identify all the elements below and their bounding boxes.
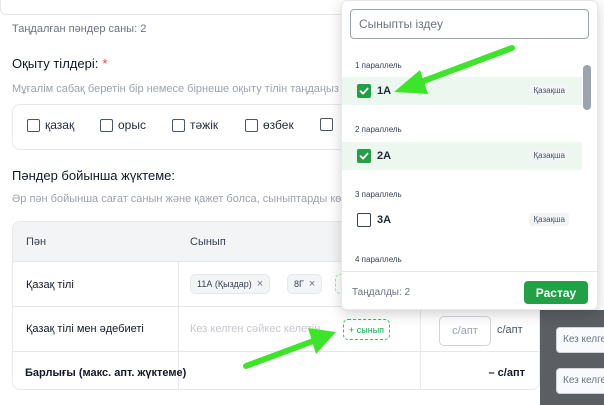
subject-load-hint: Әр пән бойынша сағат санын және қажет бо… bbox=[12, 193, 380, 205]
class-chip: 8Г × bbox=[287, 274, 323, 294]
language-label: өзбек bbox=[263, 118, 294, 132]
checkbox[interactable] bbox=[27, 118, 40, 132]
class-option-2a[interactable]: 2А Қазақша bbox=[342, 142, 582, 170]
confirm-button[interactable]: Растау bbox=[524, 281, 588, 304]
total-value: – с/апт bbox=[488, 367, 526, 379]
parallel-group-label: 4 параллель bbox=[355, 255, 402, 264]
column-header-class: Сынып bbox=[190, 236, 226, 248]
subject-load-title: Пәндер бойынша жүктеме: bbox=[12, 168, 175, 183]
checkbox[interactable] bbox=[245, 118, 258, 132]
subject-name: Қазақ тілі bbox=[26, 279, 74, 291]
selected-classes-count: Таңдалды: 2 bbox=[352, 287, 411, 298]
language-label: қазақ bbox=[45, 118, 75, 132]
language-option-russian[interactable]: орыс bbox=[100, 118, 146, 132]
language-option-tajik[interactable]: тәжік bbox=[172, 118, 218, 132]
languages-title-text: Оқыту тілдері: bbox=[12, 56, 99, 71]
checkbox-partial[interactable] bbox=[320, 118, 333, 131]
language-option-kazakh[interactable]: қазақ bbox=[27, 118, 74, 132]
class-option-3a[interactable]: 3А Қазақша bbox=[342, 206, 582, 234]
weekly-hours-input[interactable]: с/апт bbox=[439, 316, 491, 346]
checkbox[interactable] bbox=[357, 213, 371, 227]
languages-hint: Мұғалім сабақ беретін бір немесе бірнеше… bbox=[12, 83, 339, 95]
checkbox[interactable] bbox=[172, 118, 185, 132]
total-label: Барлығы (макс. апт. жүктеме) bbox=[25, 367, 187, 379]
chip-label: 11А (Қыздар) bbox=[197, 279, 252, 289]
class-chip: 11А (Қыздар) × bbox=[190, 274, 271, 294]
background-cell: Кез келген bbox=[556, 368, 604, 394]
language-option-uzbek[interactable]: өзбек bbox=[245, 118, 294, 132]
close-icon[interactable]: × bbox=[309, 278, 315, 290]
selected-subjects-count: Таңдалған пәндер саны: 2 bbox=[12, 23, 147, 35]
subject-name: Қазақ тілі мен әдебиеті bbox=[26, 323, 144, 335]
dropdown-footer: Таңдалды: 2 Растау bbox=[342, 271, 597, 309]
checkbox[interactable] bbox=[100, 118, 113, 132]
language-label: тәжік bbox=[190, 118, 219, 132]
class-search-input[interactable] bbox=[350, 9, 589, 39]
top-card bbox=[0, 0, 352, 15]
background-cell: Кез келген bbox=[556, 327, 604, 353]
check-icon[interactable] bbox=[357, 149, 371, 163]
annotation-arrow-icon bbox=[394, 45, 515, 94]
parallel-group-label: 3 параллель bbox=[355, 190, 402, 199]
language-tag: Қазақша bbox=[529, 84, 569, 97]
annotation-arrow-icon bbox=[243, 328, 336, 369]
required-mark: * bbox=[102, 56, 108, 71]
add-class-button[interactable]: + сынып bbox=[343, 319, 391, 340]
weekly-hours-unit: с/апт bbox=[497, 324, 523, 336]
language-tag: Қазақша bbox=[529, 213, 569, 226]
close-icon[interactable]: × bbox=[257, 278, 263, 290]
chip-label: 8Г bbox=[294, 279, 304, 289]
class-option-name: 2А bbox=[377, 150, 392, 162]
language-label: орыс bbox=[118, 118, 146, 132]
languages-title: Оқыту тілдері: * bbox=[12, 56, 107, 71]
dropdown-scrollbar[interactable] bbox=[583, 65, 591, 110]
class-option-name: 3А bbox=[377, 214, 392, 226]
check-icon[interactable] bbox=[357, 84, 371, 98]
column-header-subject: Пән bbox=[26, 236, 47, 248]
language-tag: Қазақша bbox=[529, 149, 569, 162]
parallel-group-label: 2 параллель bbox=[355, 125, 402, 134]
